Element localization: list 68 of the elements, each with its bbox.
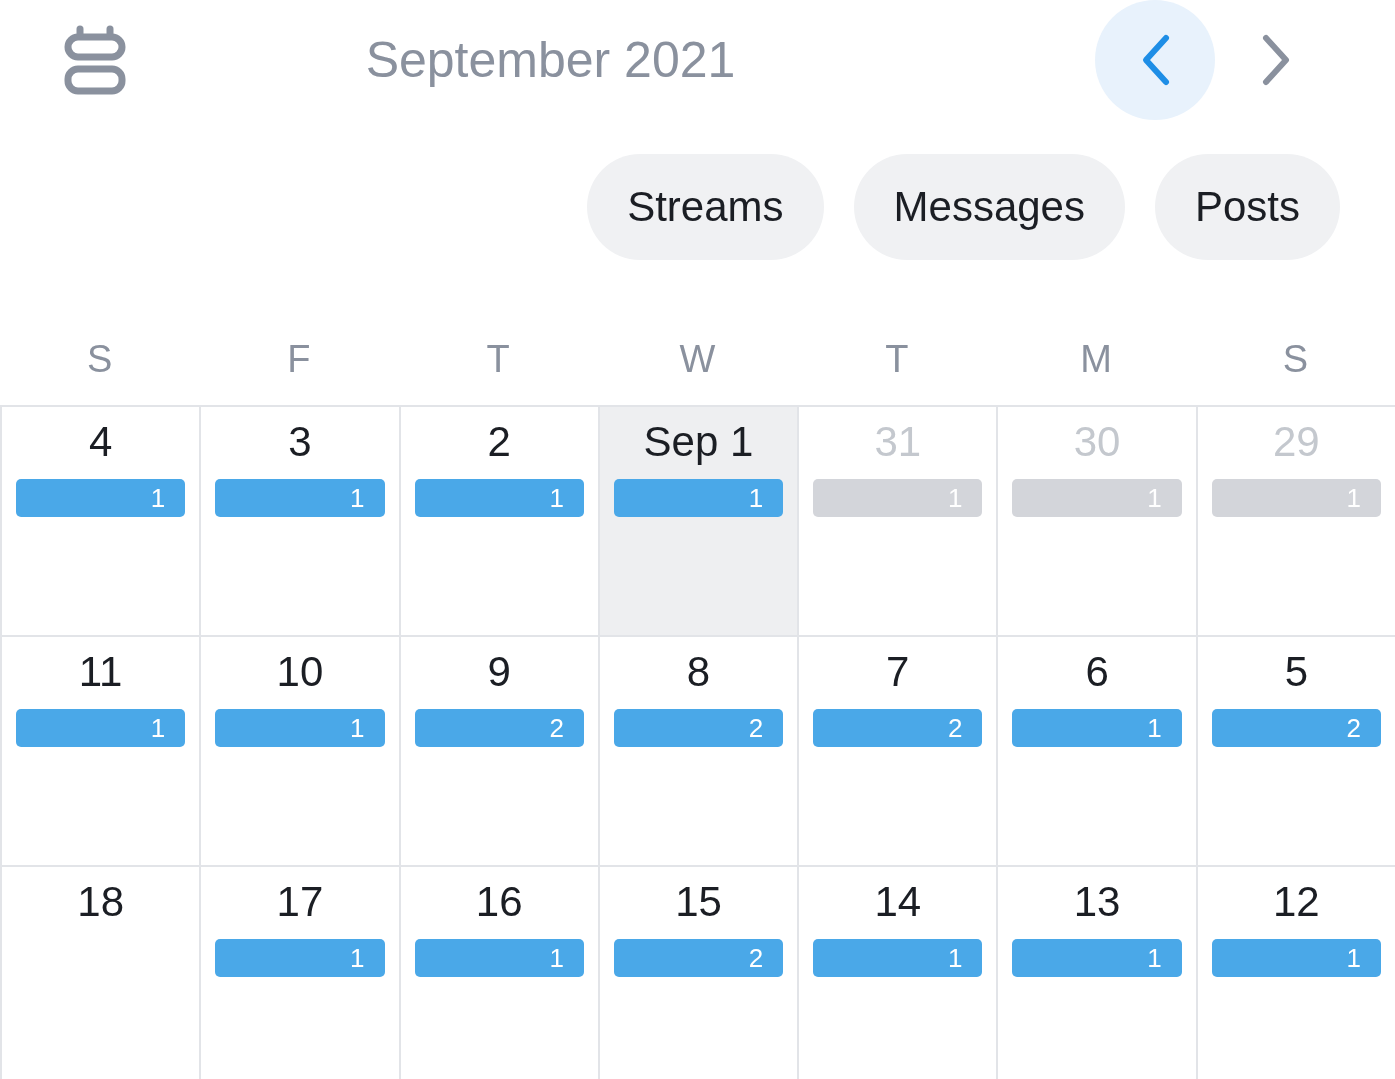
day-cell[interactable]: 9 2 bbox=[398, 637, 598, 867]
day-number: 13 bbox=[1073, 881, 1121, 925]
filter-chip[interactable]: Streams bbox=[587, 154, 824, 260]
day-number: 9 bbox=[487, 651, 511, 695]
count-bar[interactable]: 1 bbox=[16, 479, 186, 517]
day-number: 3 bbox=[288, 421, 312, 465]
day-cell[interactable]: 17 1 bbox=[199, 867, 399, 1079]
day-cell[interactable]: 18 bbox=[0, 867, 200, 1079]
filter-chip[interactable]: Posts bbox=[1154, 154, 1340, 260]
weekday-label: M bbox=[1079, 338, 1113, 381]
day-number: 14 bbox=[874, 881, 922, 925]
day-cell[interactable]: 8 2 bbox=[597, 637, 798, 867]
weekday-label: T bbox=[485, 338, 511, 381]
day-number: 10 bbox=[276, 651, 324, 695]
day-number: 7 bbox=[886, 651, 910, 695]
day-cell[interactable]: 12 1 bbox=[1195, 867, 1395, 1079]
day-number: 11 bbox=[78, 651, 123, 695]
day-number: 6 bbox=[1085, 651, 1109, 695]
count-bar[interactable]: 2 bbox=[1211, 709, 1381, 747]
day-number: 15 bbox=[675, 881, 722, 925]
count-bar[interactable]: 1 bbox=[215, 479, 385, 517]
day-number: 4 bbox=[88, 421, 113, 465]
day-cell[interactable]: 2 1 bbox=[398, 407, 598, 637]
day-number: 30 bbox=[1073, 421, 1121, 465]
day-cell[interactable]: 5 2 bbox=[1195, 637, 1395, 867]
calendar-icon[interactable] bbox=[64, 25, 126, 95]
day-number: 2 bbox=[487, 421, 511, 465]
count-bar[interactable]: 1 bbox=[1012, 939, 1182, 977]
day-cell[interactable]: 3 1 bbox=[199, 407, 399, 637]
count-bar[interactable]: 1 bbox=[414, 939, 584, 977]
count-bar[interactable]: 1 bbox=[613, 479, 784, 517]
month-title: September 2021 bbox=[364, 31, 737, 89]
count-bar[interactable]: 1 bbox=[215, 709, 385, 747]
day-number: 31 bbox=[874, 421, 922, 465]
day-cell[interactable]: 6 1 bbox=[996, 637, 1196, 867]
day-number: 8 bbox=[686, 651, 711, 695]
day-cell[interactable]: 4 1 bbox=[0, 407, 200, 637]
weekday-label: S bbox=[1281, 338, 1310, 381]
day-number: Sep 1 bbox=[643, 421, 754, 465]
count-bar[interactable]: 2 bbox=[613, 709, 784, 747]
day-cell[interactable]: 7 2 bbox=[797, 637, 997, 867]
day-cell[interactable]: 11 1 bbox=[0, 637, 200, 867]
count-bar[interactable]: 1 bbox=[1211, 939, 1381, 977]
day-cell[interactable]: 16 1 bbox=[398, 867, 598, 1079]
count-bar[interactable]: 1 bbox=[16, 709, 186, 747]
day-cell[interactable]: 10 1 bbox=[199, 637, 399, 867]
weekday-label: F bbox=[286, 338, 312, 381]
day-cell[interactable]: 14 1 bbox=[797, 867, 997, 1079]
weekday-label: T bbox=[884, 338, 910, 381]
day-cell[interactable]: 13 1 bbox=[996, 867, 1196, 1079]
day-number: 17 bbox=[276, 881, 324, 925]
day-number: 5 bbox=[1284, 651, 1309, 695]
filter-chip[interactable]: Messages bbox=[853, 154, 1125, 260]
day-number: 16 bbox=[475, 881, 523, 925]
weekday-label: W bbox=[678, 338, 717, 381]
day-number: 12 bbox=[1273, 881, 1320, 925]
count-bar[interactable]: 1 bbox=[215, 939, 385, 977]
count-bar[interactable]: 2 bbox=[813, 709, 983, 747]
count-bar[interactable]: 1 bbox=[414, 479, 584, 517]
weekday-label: S bbox=[85, 338, 114, 381]
day-number: 29 bbox=[1273, 421, 1320, 465]
count-bar[interactable]: 2 bbox=[414, 709, 584, 747]
count-bar[interactable]: 1 bbox=[1012, 709, 1182, 747]
day-cell[interactable]: 15 2 bbox=[597, 867, 798, 1079]
day-cell[interactable]: Sep 1 1 bbox=[597, 407, 798, 637]
day-number: 18 bbox=[77, 881, 124, 925]
count-bar[interactable]: 1 bbox=[813, 939, 983, 977]
count-bar[interactable]: 2 bbox=[613, 939, 784, 977]
